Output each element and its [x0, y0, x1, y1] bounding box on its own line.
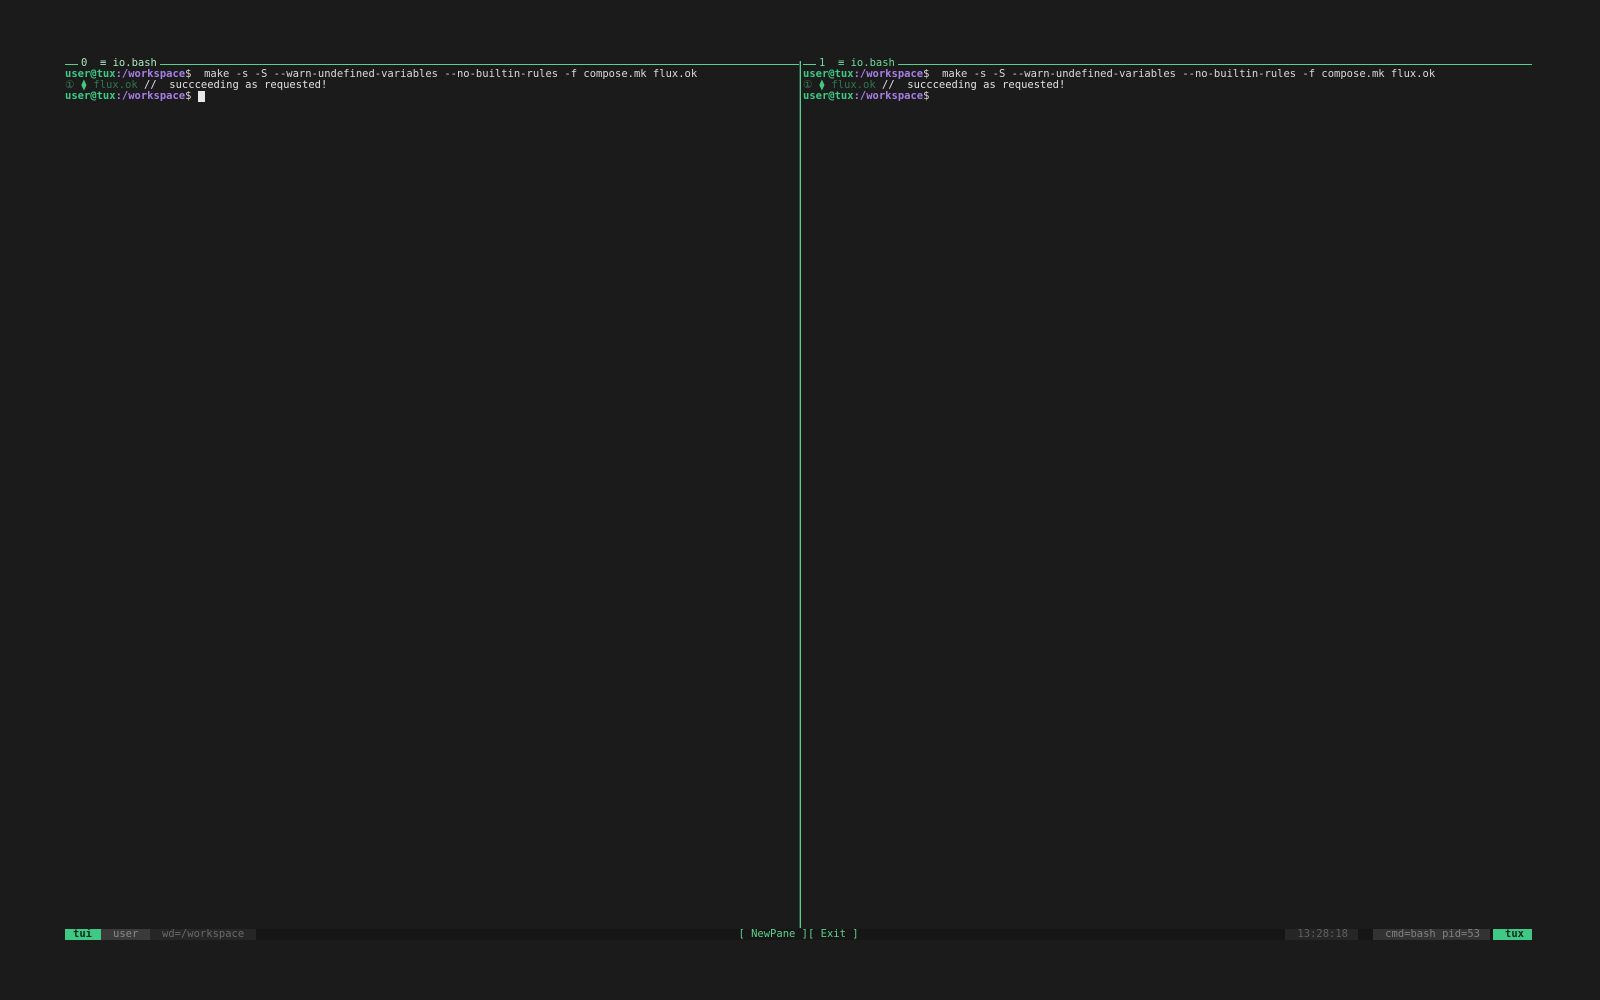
pane-1[interactable]: 1 ≡ io.bash user@tux:/workspace$ make -s…	[803, 58, 1532, 928]
pane-divider[interactable]	[799, 61, 801, 928]
prompt-path: :/workspace	[853, 90, 924, 102]
text-cursor	[197, 91, 205, 102]
active-prompt-line[interactable]: user@tux:/workspace$	[803, 91, 1532, 102]
pane-0-title: 0 ≡ io.bash	[78, 58, 160, 69]
process-info: cmd=bash pid=53	[1373, 929, 1490, 940]
status-bar: tui user wd=/workspace [ NewPane ][ Exit…	[65, 929, 1532, 940]
pane-1-title: 1 ≡ io.bash	[816, 58, 898, 69]
prompt-symbol: $	[923, 90, 930, 102]
prompt-path: :/workspace	[115, 90, 186, 102]
pane-1-output: user@tux:/workspace$ make -s -S --warn-u…	[803, 69, 1532, 102]
pane-0-header: 0 ≡ io.bash	[65, 58, 799, 69]
terminal-window: 0 ≡ io.bash user@tux:/workspace$ make -s…	[65, 58, 1532, 940]
prompt-user: user@tux	[65, 90, 116, 102]
exit-button[interactable]: [ Exit ]	[808, 928, 859, 940]
pane-0-border	[65, 64, 799, 65]
pane-1-border	[803, 64, 1532, 65]
prompt-user: user@tux	[803, 90, 854, 102]
prompt-symbol: $	[185, 90, 192, 102]
clock: 13:28:18	[1285, 929, 1358, 940]
pane-0[interactable]: 0 ≡ io.bash user@tux:/workspace$ make -s…	[65, 58, 799, 928]
pane-1-header: 1 ≡ io.bash	[803, 58, 1532, 69]
new-pane-button[interactable]: [ NewPane ]	[738, 928, 808, 940]
host-badge: tux	[1493, 929, 1532, 940]
active-prompt-line[interactable]: user@tux:/workspace$	[65, 91, 799, 102]
pane-0-output: user@tux:/workspace$ make -s -S --warn-u…	[65, 69, 799, 102]
